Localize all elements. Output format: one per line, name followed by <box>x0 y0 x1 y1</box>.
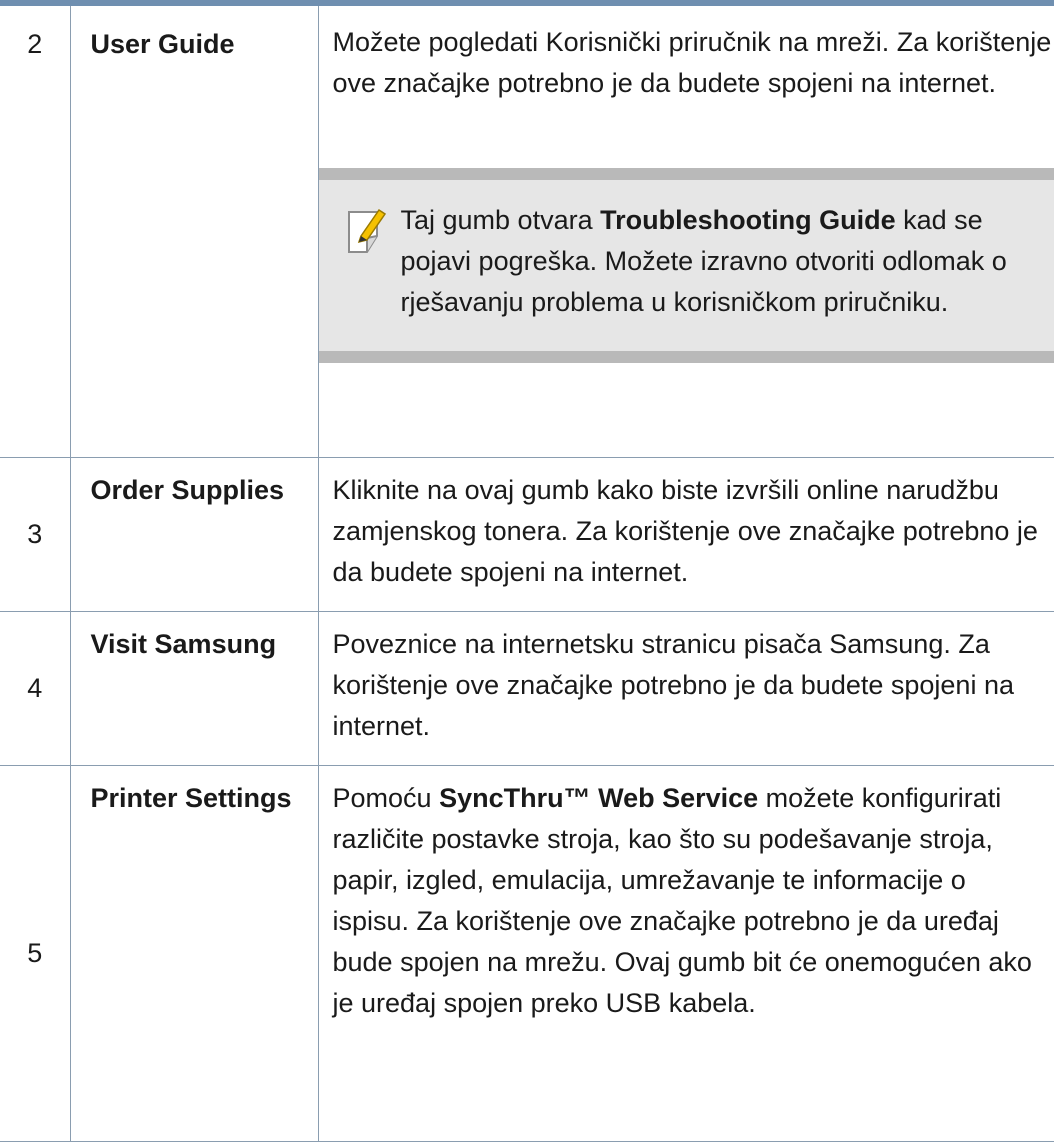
feature-description: Poveznice na internetsku stranicu pisača… <box>318 612 1054 766</box>
note-body: Taj gumb otvara Troubleshooting Guide ka… <box>319 180 1054 351</box>
table-row: 3 Order Supplies Kliknite na ovaj gumb k… <box>0 458 1054 612</box>
note-keyword: Troubleshooting Guide <box>600 205 895 235</box>
note-bottom-bar <box>319 351 1054 363</box>
description-text: Možete pogledati Korisnički priručnik na… <box>333 22 1054 104</box>
table-row: 5 Printer Settings Pomoću SyncThru™ Web … <box>0 766 1054 1142</box>
description-text-continued: možete konfigurirati različite postavke … <box>333 783 1032 1018</box>
table-row: 4 Visit Samsung Poveznice na internetsku… <box>0 612 1054 766</box>
note-text: Taj gumb otvara <box>401 205 601 235</box>
row-number: 3 <box>0 458 70 612</box>
feature-name: User Guide <box>70 6 318 458</box>
note-box: Taj gumb otvara Troubleshooting Guide ka… <box>319 168 1054 363</box>
row-number: 4 <box>0 612 70 766</box>
feature-description: Kliknite na ovaj gumb kako biste izvršil… <box>318 458 1054 612</box>
note-pencil-icon <box>347 206 387 254</box>
feature-table: 2 User Guide Možete pogledati Korisnički… <box>0 6 1054 1142</box>
feature-name: Order Supplies <box>70 458 318 612</box>
feature-description: Pomoću SyncThru™ Web Service možete konf… <box>318 766 1054 1142</box>
row-number: 2 <box>0 6 70 458</box>
row-number: 5 <box>0 766 70 1142</box>
note-top-bar <box>319 168 1054 180</box>
feature-name: Printer Settings <box>70 766 318 1142</box>
feature-name: Visit Samsung <box>70 612 318 766</box>
description-text: Pomoću <box>333 783 440 813</box>
description-keyword: SyncThru™ Web Service <box>439 783 758 813</box>
feature-description: Možete pogledati Korisnički priručnik na… <box>318 6 1054 458</box>
table-row: 2 User Guide Možete pogledati Korisnički… <box>0 6 1054 458</box>
